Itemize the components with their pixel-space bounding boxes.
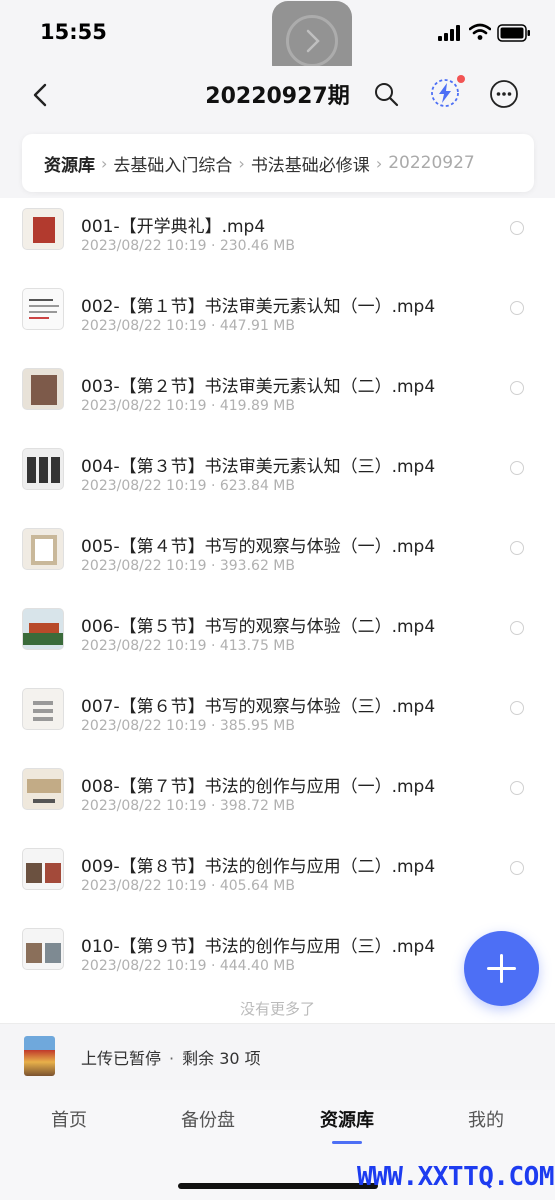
file-meta: 2023/08/22 10:19 · 413.75 MB	[81, 638, 295, 654]
breadcrumb-item[interactable]: 去基础入门综合	[113, 151, 232, 176]
breadcrumb-item[interactable]: 书法基础必修课	[251, 151, 370, 176]
file-row[interactable]: 002-【第１节】书法审美元素认知（一）.mp4 2023/08/22 10:1…	[0, 278, 555, 358]
tab-me[interactable]: 我的	[436, 1106, 536, 1132]
file-name: 010-【第９节】书法的创作与应用（三）.mp4	[81, 937, 436, 957]
chevron-right-icon: ›	[238, 153, 245, 173]
upload-thumbnail	[24, 1036, 55, 1076]
file-row[interactable]: 005-【第４节】书写的观察与体验（一）.mp4 2023/08/22 10:1…	[0, 518, 555, 598]
tab-home[interactable]: 首页	[19, 1106, 119, 1132]
tab-backup[interactable]: 备份盘	[158, 1106, 258, 1132]
file-meta: 2023/08/22 10:19 · 405.64 MB	[81, 878, 295, 894]
video-thumbnail	[22, 608, 64, 650]
file-name: 007-【第６节】书写的观察与体验（三）.mp4	[81, 697, 436, 717]
file-meta: 2023/08/22 10:19 · 398.72 MB	[81, 798, 295, 814]
video-thumbnail	[22, 368, 64, 410]
file-row[interactable]: 008-【第７节】书法的创作与应用（一）.mp4 2023/08/22 10:1…	[0, 758, 555, 838]
watermark-text: WWW.XXTTQ.COM	[357, 1162, 555, 1192]
select-checkbox[interactable]	[510, 381, 524, 395]
file-row[interactable]: 009-【第８节】书法的创作与应用（二）.mp4 2023/08/22 10:1…	[0, 838, 555, 918]
nav-bar: 20220927期	[0, 66, 555, 124]
select-checkbox[interactable]	[510, 221, 524, 235]
file-meta: 2023/08/22 10:19 · 444.40 MB	[81, 958, 295, 974]
file-row[interactable]: 001-【开学典礼】.mp4 2023/08/22 10:19 · 230.46…	[0, 198, 555, 278]
active-tab-indicator	[332, 1141, 362, 1144]
file-name: 002-【第１节】书法审美元素认知（一）.mp4	[81, 297, 436, 317]
quick-transfer-button[interactable]	[429, 75, 465, 109]
page-title: 20220927期	[205, 84, 350, 109]
file-name: 003-【第２节】书法审美元素认知（二）.mp4	[81, 377, 436, 397]
video-thumbnail	[22, 688, 64, 730]
more-options-icon[interactable]	[489, 79, 519, 109]
chevron-right-icon: ›	[375, 153, 383, 173]
chevron-right-icon: ›	[101, 153, 108, 173]
back-icon[interactable]	[28, 82, 54, 108]
file-meta: 2023/08/22 10:19 · 623.84 MB	[81, 478, 295, 494]
status-time: 15:55	[40, 20, 107, 44]
video-thumbnail	[22, 208, 64, 250]
select-checkbox[interactable]	[510, 301, 524, 315]
file-name: 005-【第４节】书写的观察与体验（一）.mp4	[81, 537, 436, 557]
upload-status-bar[interactable]: 上传已暂停 · 剩余 30 项	[0, 1023, 555, 1087]
wifi-icon	[469, 23, 491, 40]
tab-resources[interactable]: 资源库	[297, 1106, 397, 1132]
file-row[interactable]: 004-【第３节】书法审美元素认知（三）.mp4 2023/08/22 10:1…	[0, 438, 555, 518]
home-indicator[interactable]	[178, 1183, 378, 1189]
file-meta: 2023/08/22 10:19 · 447.91 MB	[81, 318, 295, 334]
search-icon[interactable]	[372, 80, 400, 108]
notification-dot	[457, 75, 465, 83]
battery-icon	[497, 24, 530, 42]
file-row[interactable]: 007-【第６节】书写的观察与体验（三）.mp4 2023/08/22 10:1…	[0, 678, 555, 758]
file-meta: 2023/08/22 10:19 · 419.89 MB	[81, 398, 295, 414]
list-end-text: 没有更多了	[239, 1000, 315, 1018]
cellular-signal-icon	[438, 25, 460, 41]
file-name: 008-【第７节】书法的创作与应用（一）.mp4	[81, 777, 436, 797]
lightning-icon	[431, 79, 459, 107]
select-checkbox[interactable]	[510, 781, 524, 795]
video-thumbnail	[22, 288, 64, 330]
add-button[interactable]	[464, 931, 539, 1006]
file-row[interactable]: 006-【第５节】书写的观察与体验（二）.mp4 2023/08/22 10:1…	[0, 598, 555, 678]
file-meta: 2023/08/22 10:19 · 385.95 MB	[81, 718, 295, 734]
file-row[interactable]: 003-【第２节】书法审美元素认知（二）.mp4 2023/08/22 10:1…	[0, 358, 555, 438]
select-checkbox[interactable]	[510, 861, 524, 875]
select-checkbox[interactable]	[510, 461, 524, 475]
video-thumbnail	[22, 768, 64, 810]
video-thumbnail	[22, 448, 64, 490]
video-thumbnail	[22, 528, 64, 570]
breadcrumb: 资源库 › 去基础入门综合 › 书法基础必修课 › 20220927	[22, 134, 534, 192]
file-list: 001-【开学典礼】.mp4 2023/08/22 10:19 · 230.46…	[0, 198, 555, 1023]
video-thumbnail	[22, 848, 64, 890]
select-checkbox[interactable]	[510, 701, 524, 715]
file-name: 001-【开学典礼】.mp4	[81, 217, 266, 237]
upload-status-text: 上传已暂停 · 剩余 30 项	[81, 1049, 261, 1068]
file-name: 009-【第８节】书法的创作与应用（二）.mp4	[81, 857, 436, 877]
breadcrumb-item-root[interactable]: 资源库	[44, 151, 95, 176]
chevron-right-icon	[306, 29, 320, 53]
file-name: 006-【第５节】书写的观察与体验（二）.mp4	[81, 617, 436, 637]
video-thumbnail	[22, 928, 64, 970]
file-meta: 2023/08/22 10:19 · 393.62 MB	[81, 558, 295, 574]
breadcrumb-item-current: 20220927	[388, 153, 475, 173]
select-checkbox[interactable]	[510, 621, 524, 635]
select-checkbox[interactable]	[510, 541, 524, 555]
file-name: 004-【第３节】书法审美元素认知（三）.mp4	[81, 457, 436, 477]
file-meta: 2023/08/22 10:19 · 230.46 MB	[81, 238, 295, 254]
